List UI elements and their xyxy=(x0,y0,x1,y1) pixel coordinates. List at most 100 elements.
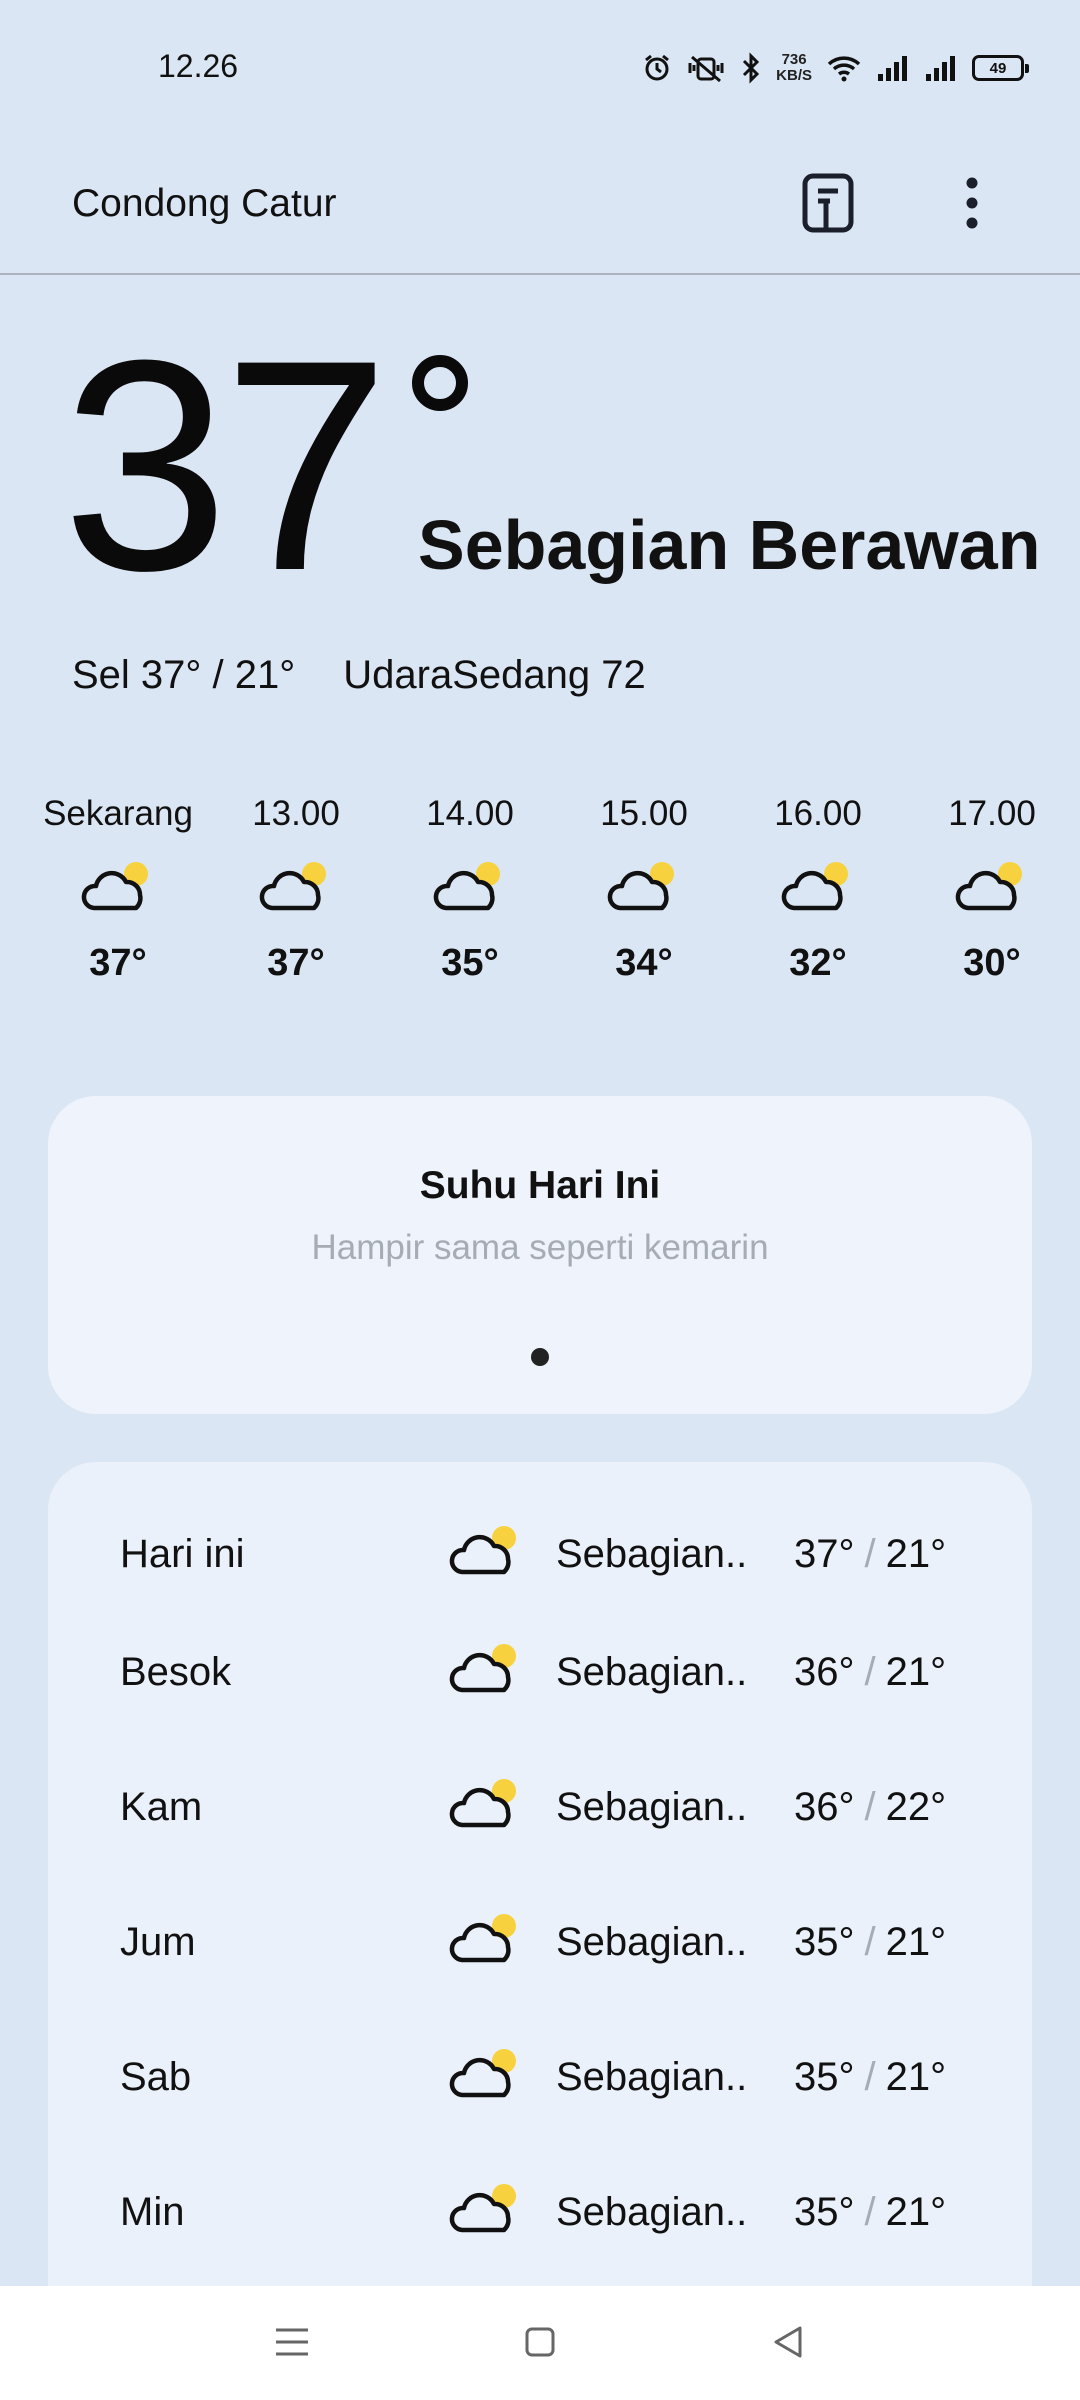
day-name: Hari ini xyxy=(120,1532,245,1576)
hour-temp: 35° xyxy=(441,942,499,984)
hour-label: 13.00 xyxy=(252,794,340,833)
degree-symbol xyxy=(412,355,468,411)
battery-level: 49 xyxy=(989,59,1007,77)
hour-temp: 37° xyxy=(267,942,325,984)
separator: / xyxy=(864,1785,876,1829)
hour-label: 15.00 xyxy=(600,794,688,833)
location-title[interactable]: Condong Catur xyxy=(72,182,337,226)
day-condition: Sebagian.. xyxy=(556,1920,748,1964)
separator: / xyxy=(864,1532,876,1576)
day-low: 21° xyxy=(885,1650,947,1694)
back-icon xyxy=(772,2325,804,2364)
document-icon xyxy=(802,173,854,238)
forecast-row[interactable]: Jum Sebagian.. 35°/21° xyxy=(48,1900,1032,1990)
day-temps: 36°/21° xyxy=(794,1650,946,1695)
more-options-button[interactable] xyxy=(934,167,1010,243)
day-low: 21° xyxy=(885,1920,947,1964)
day-low: 21° xyxy=(885,2055,947,2099)
current-weather: 37 Sebagian Berawan Sel 37° / 21° UdaraS… xyxy=(0,275,1080,735)
forecast-row[interactable]: Kam Sebagian.. 36°/22° xyxy=(48,1765,1032,1855)
day-name: Min xyxy=(120,2190,185,2234)
forecast-row[interactable]: Hari ini Sebagian.. 37°/21° xyxy=(48,1512,1032,1602)
partly-cloudy-icon xyxy=(902,838,1080,933)
net-speed-unit: KB/S xyxy=(776,67,812,84)
bluetooth-icon xyxy=(740,52,762,84)
day-high: 35° xyxy=(794,1920,855,1964)
hourly-item: 14.00 35° xyxy=(380,790,560,993)
system-nav-bar xyxy=(0,2286,1080,2400)
day-name: Sab xyxy=(120,2055,192,2099)
day-name: Kam xyxy=(120,1785,203,1829)
today-temperature-card[interactable]: Suhu Hari Ini Hampir sama seperti kemari… xyxy=(48,1096,1032,1414)
more-vert-icon xyxy=(965,177,979,234)
partly-cloudy-icon xyxy=(380,838,560,933)
signal-icon xyxy=(876,54,910,82)
hourly-item: 13.00 37° xyxy=(206,790,386,993)
day-low: 21° xyxy=(885,1532,947,1576)
day-condition: Sebagian.. xyxy=(556,2055,748,2099)
signal-icon xyxy=(924,54,958,82)
day-high: 37° xyxy=(794,1532,855,1576)
forecast-row[interactable]: Min Sebagian.. 35°/21° xyxy=(48,2170,1032,2260)
hour-temp: 34° xyxy=(615,942,673,984)
partly-cloudy-icon xyxy=(554,838,734,933)
hour-temp: 30° xyxy=(963,942,1021,984)
card-title: Suhu Hari Ini xyxy=(419,1164,661,1207)
partly-cloudy-icon xyxy=(448,1908,524,1973)
page-indicator-dot xyxy=(531,1348,549,1366)
vibrate-off-icon xyxy=(686,53,726,83)
status-time: 12.26 xyxy=(158,48,239,84)
partly-cloudy-icon xyxy=(448,1773,524,1838)
menu-icon xyxy=(274,2327,310,2362)
battery-icon: 49 xyxy=(972,55,1029,81)
separator: / xyxy=(864,1650,876,1694)
home-button[interactable] xyxy=(510,2314,570,2374)
day-name: Jum xyxy=(120,1920,196,1964)
day-condition: Sebagian.. xyxy=(556,1650,748,1694)
separator: / xyxy=(864,2055,876,2099)
card-subtitle: Hampir sama seperti kemarin xyxy=(311,1228,769,1267)
day-temps: 35°/21° xyxy=(794,2055,946,2100)
day-high: 35° xyxy=(794,2190,855,2234)
document-button[interactable] xyxy=(790,167,866,243)
hourly-forecast[interactable]: Sekarang 37° 13.00 37° 14.00 35° 15.00 3… xyxy=(0,790,1080,1030)
hourly-item: Sekarang 37° xyxy=(28,790,208,993)
hour-temp: 37° xyxy=(89,942,147,984)
home-icon xyxy=(524,2326,556,2363)
net-speed: 736 KB/S xyxy=(776,52,812,84)
hourly-item: 17.00 30° xyxy=(902,790,1080,993)
current-condition: Sebagian Berawan xyxy=(418,506,1041,584)
air-quality[interactable]: UdaraSedang 72 xyxy=(343,653,645,698)
alarm-icon xyxy=(642,53,672,83)
hourly-item: 16.00 32° xyxy=(728,790,908,993)
hour-temp: 32° xyxy=(789,942,847,984)
day-condition: Sebagian.. xyxy=(556,2190,748,2234)
forecast-row[interactable]: Besok Sebagian.. 36°/21° xyxy=(48,1630,1032,1720)
day-condition: Sebagian.. xyxy=(556,1785,748,1829)
day-name: Besok xyxy=(120,1650,232,1694)
partly-cloudy-icon xyxy=(206,838,386,933)
hour-label: Sekarang xyxy=(43,794,193,833)
back-button[interactable] xyxy=(758,2314,818,2374)
current-temperature: 37 xyxy=(62,297,390,633)
day-low: 22° xyxy=(885,1785,947,1829)
forecast-row[interactable]: Sab Sebagian.. 35°/21° xyxy=(48,2035,1032,2125)
day-temps: 35°/21° xyxy=(794,1920,946,1965)
menu-button[interactable] xyxy=(262,2314,322,2374)
day-temps: 36°/22° xyxy=(794,1785,946,1830)
high-low-temp: Sel 37° / 21° xyxy=(72,653,296,697)
partly-cloudy-icon xyxy=(28,838,208,933)
partly-cloudy-icon xyxy=(448,2043,524,2108)
separator: / xyxy=(864,2190,876,2234)
status-bar: 12.26 736 KB/S 49 xyxy=(0,0,1080,135)
daily-forecast-card: Hari ini Sebagian.. 37°/21° Besok Sebagi… xyxy=(48,1462,1032,2400)
day-temps: 35°/21° xyxy=(794,2190,946,2235)
partly-cloudy-icon xyxy=(728,838,908,933)
day-high: 36° xyxy=(794,1785,855,1829)
partly-cloudy-icon xyxy=(448,1520,524,1585)
day-high: 36° xyxy=(794,1650,855,1694)
net-speed-value: 736 xyxy=(781,51,807,68)
partly-cloudy-icon xyxy=(448,2178,524,2243)
status-icons: 736 KB/S 49 xyxy=(642,48,1029,88)
hour-label: 14.00 xyxy=(426,794,514,833)
